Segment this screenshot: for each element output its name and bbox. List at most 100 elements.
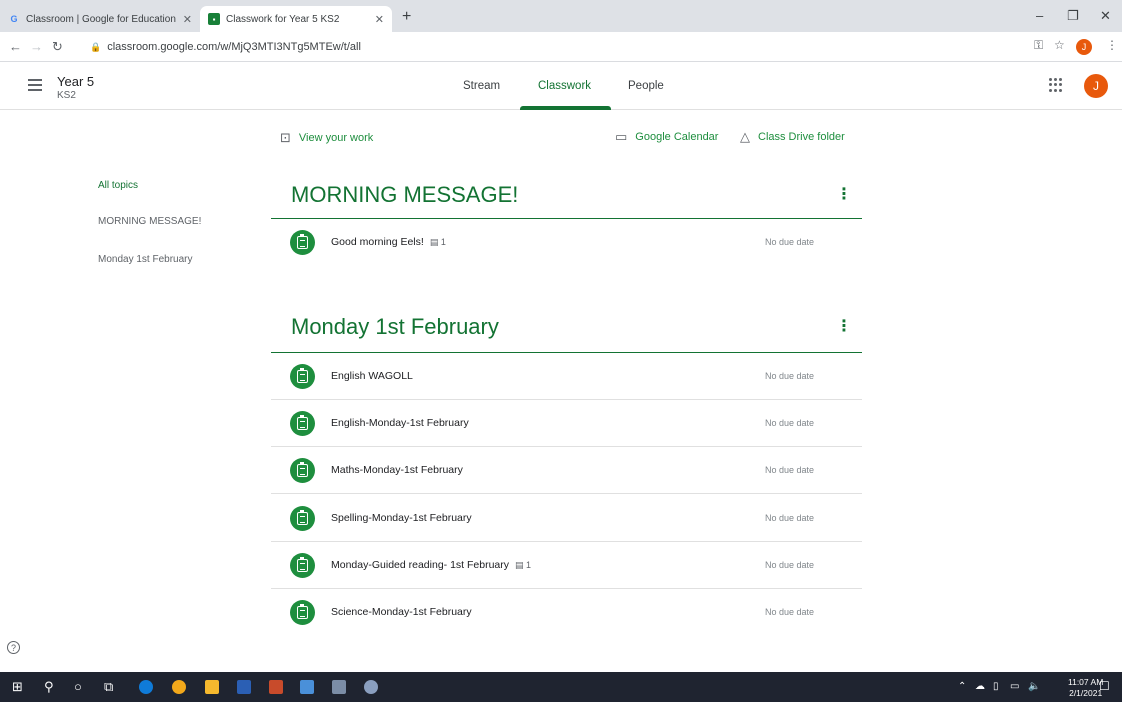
tab-title: Classwork for Year 5 KS2 (226, 13, 340, 25)
browser-toolbar: ← → ↻ 🔒 classroom.google.com/w/MjQ3MTI3N… (0, 32, 1122, 62)
cortana-icon[interactable]: ○ (74, 679, 82, 694)
paint-icon[interactable] (300, 680, 314, 694)
due-date: No due date (765, 418, 815, 428)
topic-title: Monday 1st February (291, 314, 499, 339)
list-item[interactable]: Maths-Monday-1st February No due date (271, 447, 862, 494)
browser-tab-classwork[interactable]: ▪ Classwork for Year 5 KS2 ✕ (200, 6, 392, 32)
browser-menu-icon[interactable]: ⋮ (1106, 38, 1118, 52)
google-apps-icon[interactable] (1049, 78, 1063, 92)
search-icon[interactable]: ⚲ (44, 679, 54, 695)
tab-title: Classroom | Google for Education (26, 13, 176, 25)
assignment-icon (290, 458, 315, 483)
chrome-icon[interactable] (172, 680, 186, 694)
list-item[interactable]: Monday-Guided reading- 1st February ▤ 1 N… (271, 542, 862, 589)
task-view-icon[interactable]: ⧉ (104, 679, 113, 695)
network-icon[interactable]: ▭ (1010, 681, 1019, 692)
file-explorer-icon[interactable] (205, 680, 219, 694)
windows-taskbar: ⊞ ⚲ ○ ⧉ ⌃ ☁ ▯ ▭ 🔈 11:07 AM 2/1/2021 ☐ (0, 672, 1122, 702)
assignment-icon (290, 553, 315, 578)
edge-icon[interactable] (139, 680, 153, 694)
due-date: No due date (765, 513, 815, 523)
forward-icon[interactable]: → (30, 39, 43, 54)
calendar-icon: ▭ (615, 129, 628, 144)
chevron-up-icon[interactable]: ⌃ (958, 681, 966, 692)
main-menu-icon[interactable] (28, 79, 42, 91)
clock-time: 11:07 AM (1068, 677, 1104, 687)
restore-icon[interactable]: ❐ (1067, 8, 1079, 24)
item-title: Maths-Monday-1st February (331, 464, 463, 476)
topic-more-icon[interactable]: ⋮ (836, 316, 852, 336)
list-item[interactable]: English WAGOLL No due date (271, 353, 862, 400)
assignment-icon (290, 230, 315, 255)
address-bar[interactable]: 🔒 classroom.google.com/w/MjQ3MTI3NTg5MTE… (90, 36, 1018, 58)
google-calendar-label: Google Calendar (635, 131, 719, 143)
minimize-icon[interactable]: – (1036, 8, 1043, 23)
sidebar-item-all-topics[interactable]: All topics (98, 180, 138, 191)
onedrive-icon[interactable]: ☁ (975, 681, 985, 692)
notification-icon[interactable]: ☐ (1099, 679, 1110, 693)
star-icon[interactable]: ☆ (1054, 38, 1065, 52)
tab-people[interactable]: People (628, 80, 664, 92)
due-date: No due date (765, 607, 815, 617)
app-icon[interactable] (364, 680, 378, 694)
list-item[interactable]: Good morning Eels! ▤ 1 No due date (271, 219, 862, 266)
profile-avatar[interactable]: J (1076, 39, 1092, 55)
sidebar-item-monday-1st-february[interactable]: Monday 1st February (98, 254, 193, 265)
snipping-tool-icon[interactable] (332, 680, 346, 694)
assignment-icon (290, 364, 315, 389)
google-g-icon: G (10, 14, 18, 24)
clock-date: 2/1/2021 (1069, 688, 1103, 698)
due-date: No due date (765, 237, 815, 247)
tab-classwork[interactable]: Classwork (538, 80, 591, 92)
close-window-icon[interactable]: ✕ (1100, 8, 1111, 24)
item-title: Spelling-Monday-1st February (331, 512, 472, 524)
battery-icon[interactable]: ▯ (993, 681, 999, 692)
comment-count: ▤ 1 (429, 237, 446, 247)
windows-start-icon[interactable]: ⊞ (12, 679, 23, 695)
class-drive-folder-label: Class Drive folder (758, 131, 845, 143)
class-drive-folder-link[interactable]: △ Class Drive folder (740, 129, 845, 145)
new-tab-button[interactable]: + (402, 8, 411, 26)
comment-number: 1 (440, 237, 446, 247)
word-icon[interactable] (237, 680, 251, 694)
class-section: KS2 (57, 90, 76, 101)
topic-more-icon[interactable]: ⋮ (836, 184, 852, 204)
tab-stream[interactable]: Stream (463, 80, 500, 92)
lock-icon: 🔒 (90, 41, 102, 52)
close-tab-icon[interactable]: ✕ (183, 13, 192, 26)
sidebar-item-morning-message[interactable]: MORNING MESSAGE! (98, 216, 201, 227)
assignment-icon (290, 411, 315, 436)
item-title: Science-Monday-1st February (331, 606, 472, 618)
account-avatar[interactable]: J (1084, 74, 1108, 98)
list-item[interactable]: Science-Monday-1st February No due date (271, 589, 862, 636)
key-icon[interactable]: ⚿ (1034, 38, 1043, 53)
view-your-work-label: View your work (298, 132, 374, 144)
browser-tab-strip: G Classroom | Google for Education ✕ ▪ C… (0, 0, 1122, 32)
close-tab-icon[interactable]: ✕ (375, 13, 384, 26)
powerpoint-icon[interactable] (269, 680, 283, 694)
due-date: No due date (765, 465, 815, 475)
comment-number: 1 (526, 560, 532, 570)
back-icon[interactable]: ← (9, 39, 22, 54)
classroom-header: Year 5 KS2 Stream Classwork People J (0, 62, 1122, 110)
list-item[interactable]: English-Monday-1st February No due date (271, 400, 862, 447)
view-your-work-link[interactable]: ⊡ View your work (280, 130, 373, 146)
classroom-icon: ▪ (208, 13, 220, 25)
item-title-text: Monday-Guided reading- 1st February (331, 559, 510, 571)
list-item[interactable]: Spelling-Monday-1st February No due date (271, 495, 862, 542)
reload-icon[interactable]: ↻ (52, 39, 63, 55)
google-calendar-link[interactable]: ▭ Google Calendar (615, 129, 718, 145)
volume-icon[interactable]: 🔈 (1028, 681, 1040, 692)
browser-tab-classroom-home[interactable]: G Classroom | Google for Education ✕ (0, 6, 200, 32)
comment-count: ▤ 1 (515, 560, 532, 570)
topic-title: MORNING MESSAGE! (291, 182, 519, 207)
drive-icon: △ (740, 129, 750, 144)
assignment-ind-icon: ⊡ (280, 130, 291, 145)
active-tab-indicator (520, 106, 611, 110)
url-text: classroom.google.com/w/MjQ3MTI3NTg5MTEw/… (107, 41, 361, 53)
item-title: English WAGOLL (331, 370, 413, 382)
help-icon[interactable]: ? (7, 641, 20, 654)
item-title: Monday-Guided reading- 1st February ▤ 1 (331, 559, 531, 571)
class-name[interactable]: Year 5 (57, 74, 94, 89)
system-clock[interactable]: 11:07 AM 2/1/2021 (1068, 677, 1103, 699)
